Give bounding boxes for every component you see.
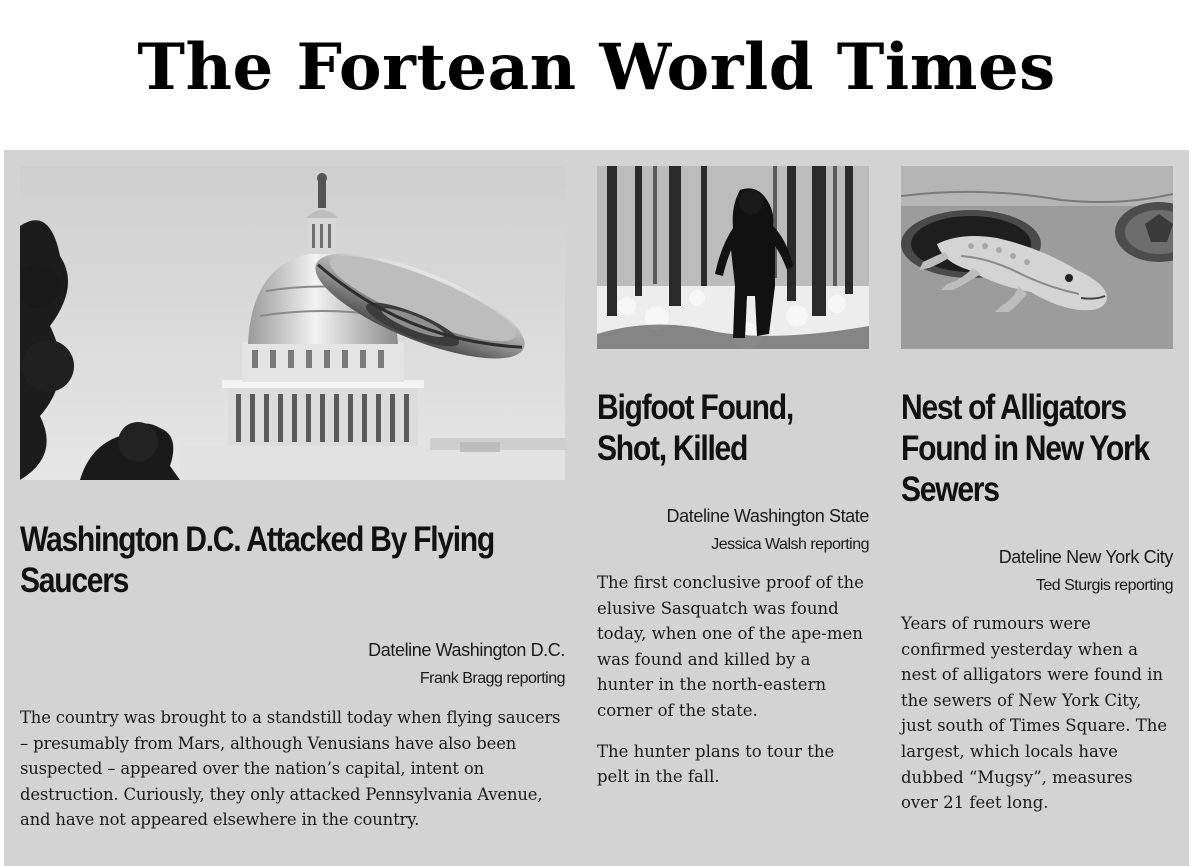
article-body: The first conclusive proof of the elusiv…	[597, 570, 869, 790]
article-reporter: Frank Bragg reporting	[419, 670, 566, 687]
article-dateline: Dateline Washington D.C.	[368, 640, 565, 660]
article-dateline: Dateline Washington State	[666, 506, 870, 526]
article-paragraph: The hunter plans to tour the pelt in the…	[597, 741, 835, 787]
article-alligators: Nest of Alligators Found in New York Sew…	[901, 166, 1174, 816]
article-paragraph: Years of rumours were confirmed yesterda…	[901, 614, 1168, 813]
masthead: The Fortean World Times	[0, 0, 1193, 150]
news-section: Washington D.C. Attacked By Flying Sauce…	[4, 150, 1189, 866]
article-reporter: Jessica Walsh reporting	[711, 536, 869, 553]
article-headline: Washington D.C. Attacked By Flying Sauce…	[20, 520, 495, 600]
article-headline: Bigfoot Found, Shot, Killed	[597, 388, 794, 468]
article-bigfoot: Bigfoot Found, Shot, Killed Dateline Was…	[597, 166, 870, 790]
article-photo-bigfoot	[597, 166, 869, 349]
article-body: The country was brought to a standstill …	[20, 705, 565, 833]
article-paragraph: The first conclusive proof of the elusiv…	[597, 573, 864, 720]
article-headline: Nest of Alligators Found in New York Sew…	[901, 388, 1150, 509]
article-flying-saucers: Washington D.C. Attacked By Flying Sauce…	[20, 166, 566, 833]
newspaper-title: The Fortean World Times	[137, 30, 1056, 105]
article-body: Years of rumours were confirmed yesterda…	[901, 611, 1173, 816]
article-paragraph: The country was brought to a standstill …	[20, 708, 561, 830]
article-reporter: Ted Sturgis reporting	[1035, 577, 1174, 594]
article-dateline: Dateline New York City	[998, 547, 1174, 567]
article-photo-capitol-saucer	[20, 166, 565, 480]
article-photo-alligator	[901, 166, 1173, 349]
